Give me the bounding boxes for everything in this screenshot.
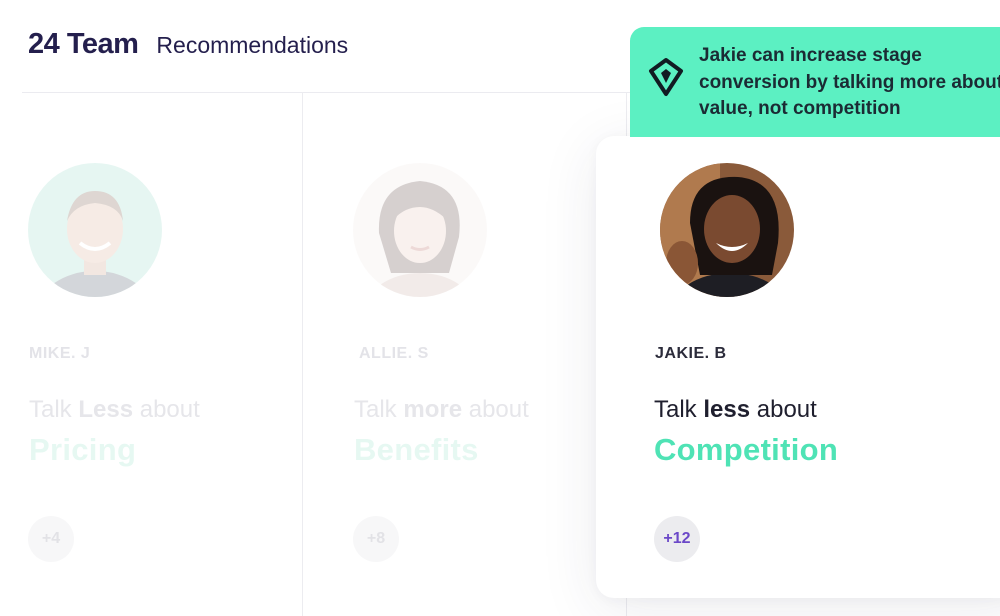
more-count-badge[interactable]: +12 xyxy=(654,516,700,562)
avatar xyxy=(353,163,487,297)
talk-direction: Talk more about xyxy=(354,396,529,424)
talk-emphasis: Less xyxy=(78,396,134,423)
talk-prefix: Talk xyxy=(354,396,404,423)
recommendation-card-mike[interactable]: MIKE. J Talk Less about Pricing +4 xyxy=(0,92,302,616)
talk-suffix: about xyxy=(133,396,200,423)
talk-suffix: about xyxy=(750,396,817,423)
more-count-badge[interactable]: +4 xyxy=(28,516,74,562)
avatar xyxy=(28,163,162,297)
recommendations-page: 24 Team Recommendations MIKE. J Talk Les… xyxy=(0,0,1000,616)
talk-emphasis: more xyxy=(403,396,463,423)
recommendation-card-jakie[interactable]: JAKIE. B Talk less about Competition +12 xyxy=(596,136,1000,598)
talk-emphasis: less xyxy=(703,396,751,423)
avatar xyxy=(660,163,794,297)
recommendation-card-allie[interactable]: ALLIE. S Talk more about Benefits +8 xyxy=(303,92,626,616)
rep-name: ALLIE. S xyxy=(359,345,429,362)
talk-prefix: Talk xyxy=(654,396,704,423)
page-header: 24 Team Recommendations xyxy=(28,28,348,61)
page-subtitle: Recommendations xyxy=(156,32,349,58)
recommended-topic: Pricing xyxy=(29,432,137,467)
rep-name: JAKIE. B xyxy=(655,345,727,362)
rep-name: MIKE. J xyxy=(29,345,91,362)
team-count-title: 24 Team xyxy=(28,28,139,60)
recommended-topic: Competition xyxy=(654,432,839,467)
talk-direction: Talk less about xyxy=(654,396,817,424)
talk-prefix: Talk xyxy=(29,396,79,423)
tooltip-message: Jakie can increase stage conversion by t… xyxy=(699,45,1000,119)
insight-tooltip: Jakie can increase stage conversion by t… xyxy=(630,27,1000,137)
talk-suffix: about xyxy=(462,396,529,423)
diamond-logo-icon xyxy=(648,57,684,97)
more-count-badge[interactable]: +8 xyxy=(353,516,399,562)
recommended-topic: Benefits xyxy=(354,432,479,467)
talk-direction: Talk Less about xyxy=(29,396,200,424)
